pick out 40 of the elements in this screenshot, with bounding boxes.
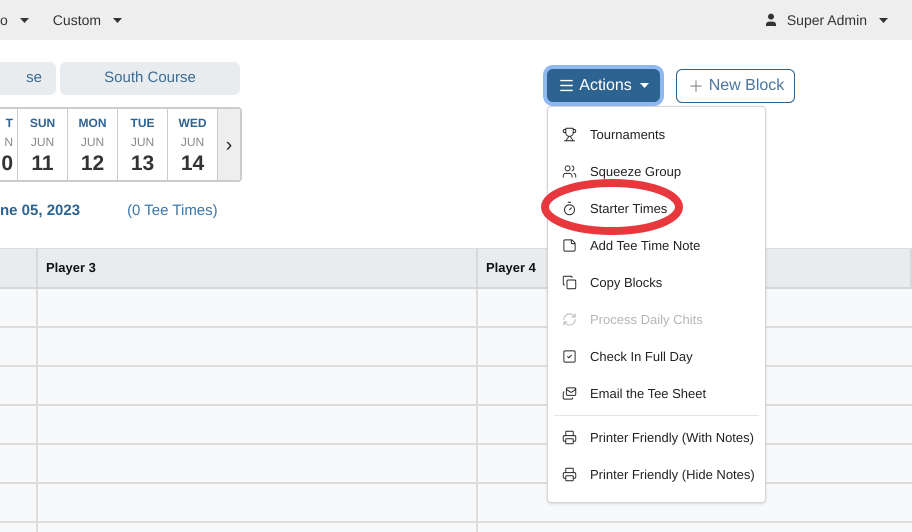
nav-dropdown[interactable]: o: [0, 0, 29, 40]
nav-dropdown[interactable]: Custom: [52, 0, 122, 40]
trophy-icon: [562, 127, 577, 142]
caret-icon: [113, 18, 122, 22]
printer-icon: [562, 430, 577, 445]
next-button[interactable]: ›: [218, 109, 240, 180]
checkbox-icon: [562, 349, 577, 364]
caret-icon: [20, 18, 29, 22]
printer-icon: [562, 467, 577, 482]
menu-icon: [558, 77, 576, 94]
menu-item[interactable]: Printer Friendly (Hide Notes): [548, 456, 765, 493]
menu-item[interactable]: Check In Full Day: [548, 338, 765, 375]
day-tile[interactable]: MON JUN 12: [68, 109, 118, 180]
menu-item[interactable]: Squeeze Group: [548, 153, 765, 190]
note-icon: [562, 238, 577, 253]
refresh-icon: [562, 312, 577, 327]
course-tab[interactable]: South Course: [60, 62, 240, 95]
day-tile[interactable]: SUN JUN 11: [18, 109, 68, 180]
menu-item[interactable]: Printer Friendly (With Notes): [548, 419, 765, 456]
column-header: Player 3: [46, 258, 96, 277]
people-icon: [562, 164, 577, 179]
menu-item[interactable]: Add Tee Time Note: [548, 227, 765, 264]
actions-button[interactable]: Actions: [547, 69, 660, 102]
caret-icon: [879, 18, 888, 22]
course-tab[interactable]: se: [0, 62, 56, 95]
date-heading: ne 05, 2023: [0, 201, 80, 221]
caret-icon: [640, 83, 649, 88]
menu-item[interactable]: Copy Blocks: [548, 264, 765, 301]
day-tile[interactable]: TUE JUN 13: [118, 109, 168, 180]
new-block-button[interactable]: New Block: [676, 69, 795, 103]
copy-icon: [562, 275, 577, 290]
menu-item[interactable]: Email the Tee Sheet: [548, 375, 765, 412]
menu-item[interactable]: Starter Times: [548, 190, 765, 227]
column-header: Player 4: [486, 258, 536, 277]
stopwatch-icon: [562, 201, 577, 216]
day-tile[interactable]: T N 0: [0, 109, 18, 180]
tee-time-count: (0 Tee Times): [127, 201, 218, 221]
menu-item[interactable]: Tournaments: [548, 116, 765, 153]
user-menu[interactable]: Super Admin: [762, 0, 888, 40]
envelopes-icon: [562, 386, 577, 401]
